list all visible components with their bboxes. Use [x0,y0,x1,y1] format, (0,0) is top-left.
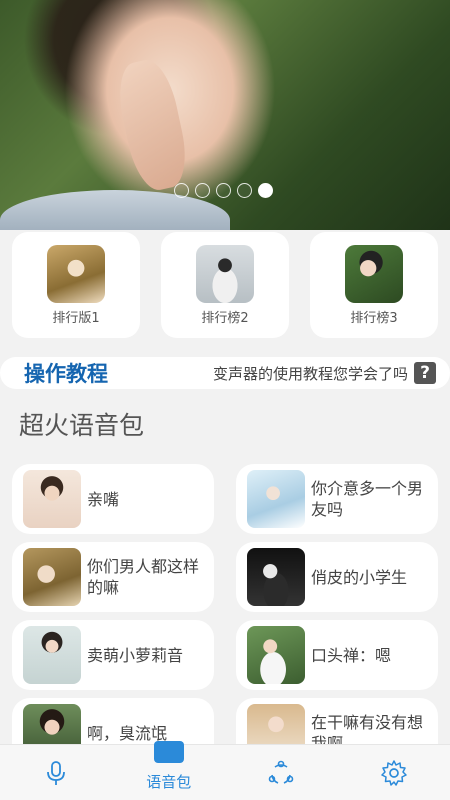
carousel-dot[interactable] [174,183,189,198]
voice-pack-name: 你介意多一个男友吗 [311,479,424,519]
ranking-thumbnail [47,245,105,303]
voice-pack-item[interactable]: 俏皮的小学生 [236,542,438,612]
voice-pack-name: 你们男人都这样的嘛 [87,557,200,597]
tutorial-bar[interactable]: 操作教程 变声器的使用教程您学会了吗 ? [0,357,450,389]
voice-pack-name: 卖萌小萝莉音 [87,645,184,665]
voice-pack-thumbnail [247,470,305,528]
ranking-card-1[interactable]: 排行版1 [12,232,140,338]
tutorial-description: 变声器的使用教程您学会了吗 [212,364,408,383]
ranking-label: 排行版1 [52,311,100,326]
banner-image-detail [112,55,193,195]
share-icon [268,760,294,784]
carousel-dot[interactable] [216,183,231,198]
carousel-dot[interactable] [195,183,210,198]
ranking-card-3[interactable]: 排行榜3 [310,232,438,338]
voice-pack-name: 啊，臭流氓 [87,723,168,743]
voice-pack-name: 口头禅：嗯 [311,645,392,665]
voice-pack-thumbnail [247,548,305,606]
voice-pack-thumbnail [247,626,305,684]
voice-pack-item[interactable]: 卖萌小萝莉音 [12,620,214,690]
carousel-dot[interactable] [237,183,252,198]
voice-pack-icon [153,741,184,763]
voice-pack-thumbnail [23,548,81,606]
voice-pack-name: 俏皮的小学生 [311,567,408,587]
ranking-card-2[interactable]: 排行榜2 [161,232,289,338]
ranking-thumbnail [196,245,254,303]
nav-item-microphone[interactable] [0,745,113,800]
ranking-label: 排行榜3 [350,311,398,326]
ranking-cards: 排行版1 排行榜2 排行榜3 [12,232,438,338]
ranking-label: 排行榜2 [201,311,249,326]
carousel-dot-active[interactable] [258,183,273,198]
gear-icon [381,759,407,786]
microphone-icon [47,760,66,785]
ranking-thumbnail [345,245,403,303]
bottom-nav: 语音包 [0,741,450,800]
voice-pack-item[interactable]: 你介意多一个男友吗 [236,464,438,534]
nav-item-share[interactable] [225,745,338,800]
nav-label-voice-pack: 语音包 [146,773,192,791]
nav-item-settings[interactable] [338,745,450,800]
carousel-indicator [174,183,273,198]
banner-carousel[interactable] [0,0,450,230]
voice-pack-thumbnail [23,626,81,684]
section-title: 超火语音包 [19,411,145,440]
voice-pack-item[interactable]: 亲嘴 [12,464,214,534]
voice-pack-item[interactable]: 口头禅：嗯 [236,620,438,690]
tutorial-title: 操作教程 [24,362,108,386]
voice-pack-name: 亲嘴 [87,489,120,509]
voice-pack-item[interactable]: 你们男人都这样的嘛 [12,542,214,612]
nav-item-voice-pack[interactable]: 语音包 [113,741,226,800]
help-icon[interactable]: ? [414,362,436,384]
voice-pack-thumbnail [23,470,81,528]
